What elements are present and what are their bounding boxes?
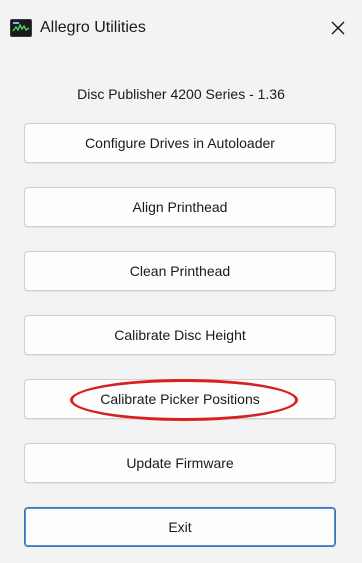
exit-button[interactable]: Exit	[24, 507, 336, 547]
window-title: Allegro Utilities	[40, 19, 146, 36]
allegro-utilities-window: Allegro Utilities Disc Publisher 4200 Se…	[0, 0, 362, 563]
close-button[interactable]	[320, 10, 356, 46]
calibrate-picker-positions-button[interactable]: Calibrate Picker Positions	[24, 379, 336, 419]
device-version-label: Disc Publisher 4200 Series - 1.36	[77, 86, 285, 102]
clean-printhead-button[interactable]: Clean Printhead	[24, 251, 336, 291]
configure-drives-button[interactable]: Configure Drives in Autoloader	[24, 123, 336, 163]
calibrate-disc-height-button[interactable]: Calibrate Disc Height	[24, 315, 336, 355]
align-printhead-button[interactable]: Align Printhead	[24, 187, 336, 227]
title-bar: Allegro Utilities	[0, 0, 362, 58]
close-icon	[331, 21, 345, 35]
update-firmware-button[interactable]: Update Firmware	[24, 443, 336, 483]
allegro-app-icon	[10, 19, 32, 37]
